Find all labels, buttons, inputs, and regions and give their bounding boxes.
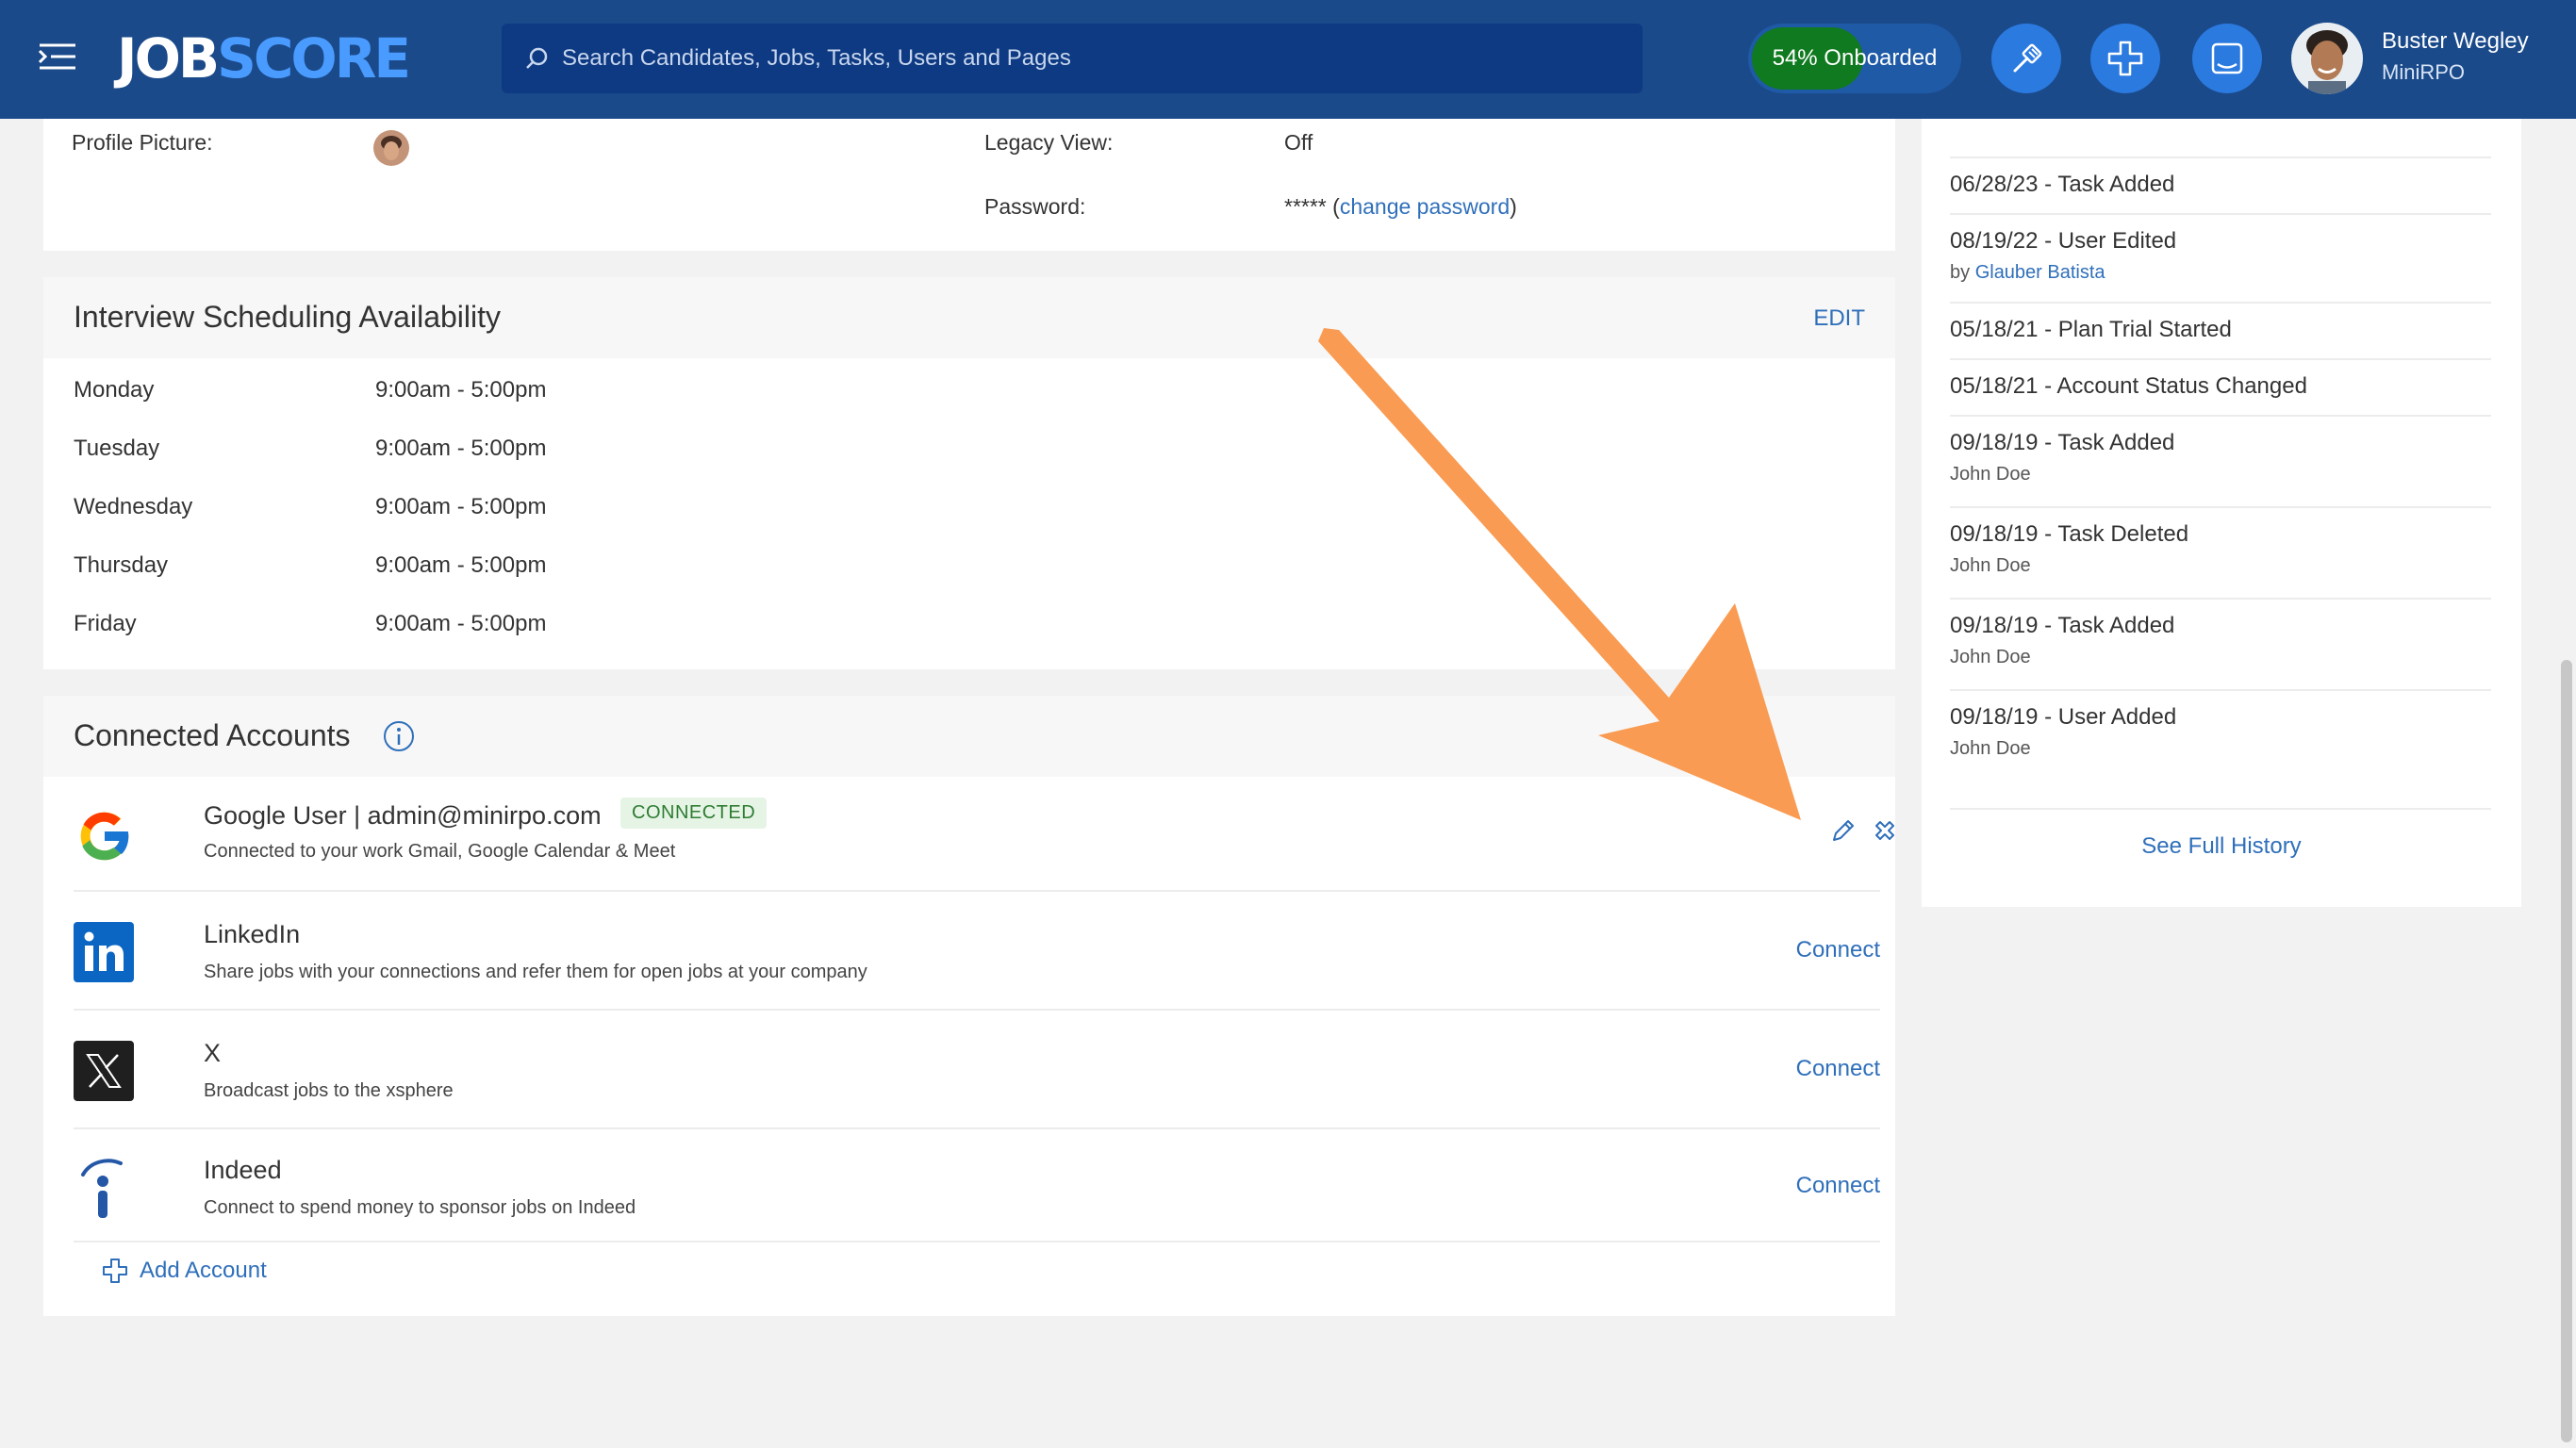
menu-toggle-icon[interactable] — [38, 38, 79, 75]
inbox-button[interactable] — [2192, 24, 2262, 93]
google-logo-icon — [80, 812, 130, 861]
hours-monday: 9:00am - 5:00pm — [375, 377, 547, 403]
history-item: 05/18/21 - Plan Trial Started — [1950, 304, 2491, 360]
user-name[interactable]: Buster Wegley — [2382, 28, 2529, 55]
see-full-history-link[interactable]: See Full History — [1922, 833, 2521, 860]
hours-thursday: 9:00am - 5:00pm — [375, 552, 547, 578]
top-navigation-bar: JOB SCORE Search Candidates, Jobs, Tasks,… — [0, 0, 2576, 119]
day-label-monday: Monday — [74, 377, 155, 403]
history-item-title: 09/18/19 - Task Deleted — [1950, 521, 2189, 547]
linkedin-account-name: LinkedIn — [204, 920, 301, 948]
add-account-label: Add Account — [140, 1258, 267, 1283]
connected-accounts-title: Connected Accounts — [74, 718, 351, 752]
history-user-link[interactable]: Glauber Batista — [1975, 262, 2105, 283]
history-item: 08/19/22 - User Edited by Glauber Batist… — [1950, 215, 2491, 304]
logo-part-score: SCORE — [217, 26, 411, 90]
search-icon — [526, 47, 548, 69]
linkedin-account-description: Share jobs with your connections and ref… — [204, 962, 867, 982]
paren-open: ( — [1332, 194, 1340, 219]
history-list: 06/28/23 - Task Added 08/19/22 - User Ed… — [1950, 119, 2491, 816]
history-user-link[interactable]: John Doe — [1950, 647, 2031, 668]
day-label-friday: Friday — [74, 611, 137, 636]
logo-part-job: JOB — [117, 26, 220, 90]
history-item: 05/18/21 - Account Status Changed — [1950, 360, 2491, 417]
inbox-icon — [2211, 42, 2243, 74]
user-organization: MiniRPO — [2382, 60, 2466, 84]
page-scrollbar[interactable] — [2561, 660, 2572, 1442]
plus-icon — [2107, 41, 2143, 76]
indeed-account-row: Indeed Connect to spend money to sponsor… — [74, 1129, 1880, 1242]
x-connect-button[interactable]: Connect — [1796, 1056, 1880, 1082]
user-avatar[interactable] — [2291, 23, 2363, 94]
history-item-title: 09/18/19 - Task Added — [1950, 430, 2175, 455]
plus-icon — [103, 1259, 127, 1283]
history-by-label: by — [1950, 262, 1971, 283]
customize-tools-button[interactable] — [1991, 24, 2061, 93]
hours-tuesday: 9:00am - 5:00pm — [375, 436, 547, 461]
x-account-description: Broadcast jobs to the xsphere — [204, 1080, 454, 1101]
history-item-title: 05/18/21 - Plan Trial Started — [1950, 317, 2232, 342]
history-item: 06/28/23 - Task Added — [1950, 158, 2491, 215]
connected-status-badge: CONNECTED — [620, 798, 768, 829]
hammer-icon — [2013, 43, 2042, 73]
indeed-account-description: Connect to spend money to sponsor jobs o… — [204, 1197, 636, 1218]
x-account-row: X Broadcast jobs to the xsphere Connect — [74, 1011, 1880, 1129]
history-item: 09/18/19 - Task Added John Doe — [1950, 417, 2491, 508]
search-placeholder: Search Candidates, Jobs, Tasks, Users an… — [562, 45, 1071, 71]
password-field: ***** (change password) — [1284, 194, 1517, 220]
hours-wednesday: 9:00am - 5:00pm — [375, 494, 547, 519]
history-item-actor: by Glauber Batista — [1950, 262, 2105, 284]
hours-friday: 9:00am - 5:00pm — [375, 611, 547, 636]
indeed-connect-button[interactable]: Connect — [1796, 1173, 1880, 1199]
x-logo-icon — [74, 1041, 134, 1101]
onboarding-progress-button[interactable]: 54% Onboarded — [1748, 24, 1961, 93]
disconnect-icon[interactable] — [1871, 816, 1899, 845]
google-account-name: Google User | admin@minirpo.com — [204, 801, 602, 830]
day-label-tuesday: Tuesday — [74, 436, 160, 461]
history-item: 09/18/19 - Task Added John Doe — [1950, 600, 2491, 691]
history-item: 09/18/19 - Task Deleted John Doe — [1950, 508, 2491, 600]
google-account-description: Connected to your work Gmail, Google Cal… — [204, 841, 676, 862]
history-card: 06/28/23 - Task Added 08/19/22 - User Ed… — [1922, 119, 2521, 907]
jobscore-logo[interactable]: JOB SCORE — [117, 23, 411, 94]
history-user-link[interactable]: John Doe — [1950, 555, 2031, 577]
history-item: 09/18/19 - User Added John Doe — [1950, 691, 2491, 810]
history-item-title: 09/18/19 - User Added — [1950, 704, 2177, 730]
linkedin-logo-icon — [74, 922, 134, 982]
day-label-thursday: Thursday — [74, 552, 169, 578]
info-icon[interactable] — [383, 720, 415, 752]
add-new-button[interactable] — [2090, 24, 2160, 93]
add-account-button[interactable]: Add Account — [102, 1252, 267, 1290]
history-item-title: 06/28/23 - Task Added — [1950, 172, 2175, 197]
availability-title: Interview Scheduling Availability — [74, 300, 501, 334]
x-account-name: X — [204, 1039, 222, 1067]
history-user-link[interactable]: John Doe — [1950, 738, 2031, 760]
onboarding-progress-label: 54% Onboarded — [1772, 45, 1938, 71]
password-mask: ***** — [1284, 194, 1327, 219]
global-search-input[interactable]: Search Candidates, Jobs, Tasks, Users an… — [502, 24, 1643, 93]
day-label-wednesday: Wednesday — [74, 494, 193, 519]
indeed-logo-icon — [81, 1159, 123, 1218]
history-user-link[interactable]: John Doe — [1950, 464, 2031, 485]
indeed-account-name: Indeed — [204, 1156, 282, 1184]
history-item-title: 09/18/19 - Task Added — [1950, 613, 2175, 638]
annotation-arrow-icon — [1318, 328, 1801, 820]
change-password-link[interactable]: change password — [1340, 194, 1510, 219]
paren-close: ) — [1510, 194, 1517, 219]
password-label: Password: — [984, 194, 1086, 219]
history-item-title: 08/19/22 - User Edited — [1950, 228, 2177, 254]
history-item-title: 05/18/21 - Account Status Changed — [1950, 373, 2307, 399]
linkedin-connect-button[interactable]: Connect — [1796, 937, 1880, 963]
linkedin-account-row: LinkedIn Share jobs with your connection… — [74, 892, 1880, 1011]
